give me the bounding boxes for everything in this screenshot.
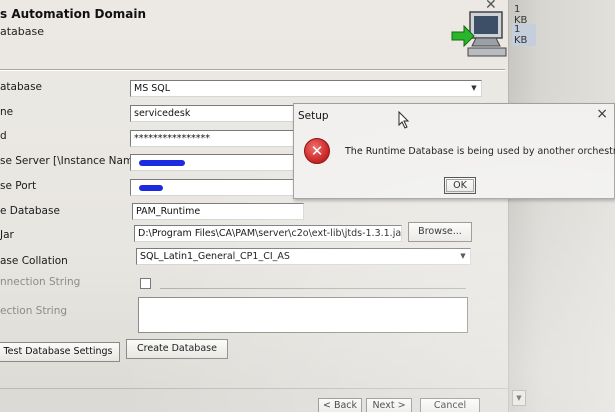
database-name-input[interactable]: PAM_Runtime [132,203,304,220]
close-icon[interactable]: × [596,106,608,122]
setup-error-dialog: Setup × ✕ The Runtime Database is being … [293,103,615,199]
label-port: se Port [0,180,37,192]
user-name-value: servicedesk [134,108,191,119]
label-connection-string-toggle: nnection String [0,276,81,288]
label-name: ne [0,106,14,118]
redaction-mark [139,160,185,166]
chevron-down-icon[interactable]: ▼ [457,250,469,263]
label-connection-string: ection String [0,305,68,317]
label-database: atabase [0,81,43,93]
file-size-cell: 1 KB [512,24,536,46]
server-input[interactable] [130,154,300,171]
header-divider [0,69,505,71]
database-type-select[interactable]: MS SQL ▼ [130,80,482,97]
next-button[interactable]: Next > [366,398,412,412]
label-jar: Jar [0,229,14,241]
user-name-input[interactable]: servicedesk [130,105,300,122]
chevron-down-icon[interactable]: ▼ [468,82,480,95]
back-button[interactable]: < Back [318,398,362,412]
password-input[interactable]: **************** [130,130,300,147]
label-server: se Server [\Instance Name] [0,155,144,167]
redaction-mark [139,185,163,191]
error-icon: ✕ [304,138,330,164]
jar-path-input[interactable]: D:\Program Files\CA\PAM\server\c2o\ext-l… [134,225,402,242]
password-value: **************** [134,133,210,144]
background-window-panel [508,0,615,412]
label-collation: ase Collation [0,255,68,267]
browse-button[interactable]: Browse... [408,222,472,242]
database-type-value: MS SQL [134,83,171,94]
cancel-button[interactable]: Cancel [420,398,480,412]
scroll-down-icon[interactable]: ▼ [512,390,526,406]
mouse-cursor-icon [398,111,410,129]
wizard-subtitle: atabase [0,25,45,38]
dialog-message: The Runtime Database is being used by an… [345,146,615,157]
connection-string-checkbox[interactable] [140,278,151,289]
label-db-name: e Database [0,205,60,217]
database-name-value: PAM_Runtime [136,206,201,217]
test-database-settings-button[interactable]: Test Database Settings [0,342,120,362]
file-size-cell: 1 KB [514,4,528,26]
label-password: d [0,130,7,142]
collation-select[interactable]: SQL_Latin1_General_CP1_CI_AS ▼ [136,248,471,265]
network-computer-icon [451,11,507,57]
connection-string-textarea[interactable] [138,297,468,333]
create-database-button[interactable]: Create Database [126,339,228,359]
dialog-title: Setup [298,110,329,122]
jar-path-value: D:\Program Files\CA\PAM\server\c2o\ext-l… [138,228,402,239]
wizard-title: s Automation Domain [0,7,147,21]
section-divider [160,288,466,289]
ok-button[interactable]: OK [444,177,476,194]
port-input[interactable] [130,179,300,196]
collation-value: SQL_Latin1_General_CP1_CI_AS [140,251,290,262]
